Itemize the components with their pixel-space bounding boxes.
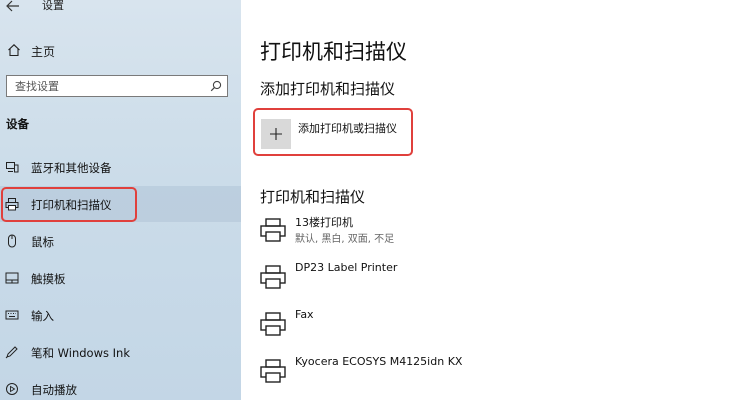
- plus-icon: [270, 128, 282, 140]
- search-input[interactable]: [7, 76, 205, 96]
- search-icon[interactable]: [210, 80, 222, 92]
- sidebar-item-label: 鼠标: [31, 235, 54, 249]
- add-printer-button[interactable]: 添加打印机或扫描仪: [259, 117, 411, 153]
- printer-icon: [260, 359, 286, 383]
- mouse-icon: [8, 234, 16, 248]
- printer-list-item[interactable]: 13楼打印机 默认, 黑白, 双面, 不足: [259, 212, 719, 252]
- main-content: 打印机和扫描仪 添加打印机和扫描仪 添加打印机或扫描仪 打印机和扫描仪 13楼打…: [241, 0, 750, 400]
- back-arrow-icon[interactable]: [6, 0, 20, 12]
- page-title: 打印机和扫描仪: [260, 40, 407, 64]
- add-icon-box: [261, 119, 291, 149]
- sidebar-item-home[interactable]: 主页: [0, 38, 241, 64]
- sidebar-item-mouse[interactable]: 鼠标: [0, 223, 241, 259]
- sidebar-item-label: 输入: [31, 309, 54, 323]
- printer-list-item[interactable]: Kyocera ECOSYS M4125idn KX: [259, 353, 719, 393]
- sidebar-item-touchpad[interactable]: 触摸板: [0, 260, 241, 296]
- app-title: 设置: [42, 0, 64, 12]
- autoplay-icon: [6, 383, 18, 395]
- printer-name: Kyocera ECOSYS M4125idn KX: [295, 355, 463, 368]
- search-box: [6, 75, 228, 97]
- printer-name: Fax: [295, 308, 314, 321]
- sidebar-item-label: 打印机和扫描仪: [31, 198, 112, 212]
- printer-status: 默认, 黑白, 双面, 不足: [295, 234, 395, 245]
- sidebar-item-label: 蓝牙和其他设备: [31, 161, 112, 175]
- sidebar-item-label: 笔和 Windows Ink: [31, 346, 130, 360]
- printer-icon: [260, 265, 286, 289]
- sidebar-item-pen[interactable]: 笔和 Windows Ink: [0, 334, 241, 370]
- settings-window: 设置 主页 设备 蓝牙和其他设备: [0, 0, 750, 400]
- printer-icon: [260, 218, 286, 242]
- printer-name: 13楼打印机: [295, 216, 353, 229]
- touchpad-icon: [5, 272, 19, 284]
- add-section-heading: 添加打印机和扫描仪: [260, 80, 396, 98]
- printer-list-item[interactable]: Fax: [259, 306, 719, 346]
- section-label-devices: 设备: [6, 117, 29, 131]
- sidebar-item-label: 主页: [31, 45, 56, 59]
- sidebar-item-bluetooth[interactable]: 蓝牙和其他设备: [0, 149, 241, 185]
- sidebar-item-label: 自动播放: [31, 383, 77, 397]
- printer-name: DP23 Label Printer: [295, 261, 398, 274]
- sidebar-item-label: 触摸板: [31, 272, 66, 286]
- sidebar: 设置 主页 设备 蓝牙和其他设备: [0, 0, 241, 400]
- add-printer-label: 添加打印机或扫描仪: [298, 122, 397, 135]
- printer-icon: [260, 312, 286, 336]
- bluetooth-icon: [6, 162, 19, 173]
- printer-list-heading: 打印机和扫描仪: [260, 188, 366, 206]
- sidebar-item-autoplay[interactable]: 自动播放: [0, 371, 241, 400]
- home-icon: [8, 44, 20, 57]
- keyboard-icon: [5, 310, 19, 320]
- printer-icon: [5, 198, 19, 211]
- pen-icon: [5, 346, 18, 359]
- sidebar-item-printers[interactable]: 打印机和扫描仪: [0, 186, 241, 222]
- sidebar-item-typing[interactable]: 输入: [0, 297, 241, 333]
- printer-list-item[interactable]: DP23 Label Printer: [259, 259, 719, 299]
